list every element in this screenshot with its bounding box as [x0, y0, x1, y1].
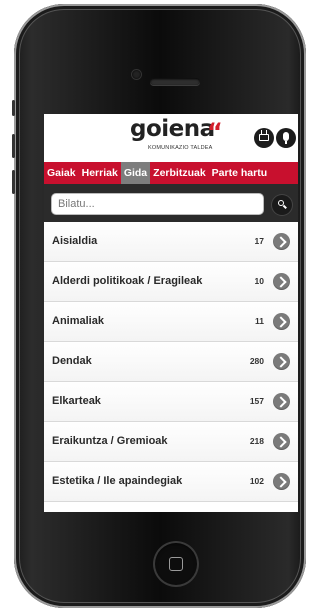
search-bar: Bilatu...	[44, 184, 298, 222]
list-item-count: 157	[249, 396, 264, 406]
silent-switch	[12, 100, 15, 116]
home-square-icon	[169, 557, 183, 571]
list-item-count: 10	[254, 276, 264, 286]
list-item-label: Eraikuntza / Gremioak	[52, 435, 168, 447]
list-item[interactable]: Alderdi politikoak / Eragileak 10	[44, 262, 298, 302]
search-input[interactable]: Bilatu...	[51, 193, 264, 215]
chevron-right-icon[interactable]	[273, 393, 290, 410]
front-camera	[132, 70, 141, 79]
list-item[interactable]: Elkarteak 157	[44, 382, 298, 422]
list-item[interactable]: Aisialdia 17	[44, 222, 298, 262]
chevron-right-icon[interactable]	[273, 313, 290, 330]
brand-quote-mark: “	[207, 118, 223, 146]
nav-item-zerbitzuak[interactable]: Zerbitzuak	[150, 162, 209, 184]
tv-icon[interactable]	[254, 128, 274, 148]
list-item-count: 17	[254, 236, 264, 246]
category-list: Aisialdia 17 Alderdi politikoak / Eragil…	[44, 222, 298, 502]
volume-up-button	[12, 134, 15, 158]
nav-item-gida[interactable]: Gida	[120, 162, 151, 184]
phone-screen: goiena “ KOMUNIKAZIO TALDEA Gaiak Herria…	[44, 114, 298, 512]
list-item[interactable]: Estetika / Ile apaindegiak 102	[44, 462, 298, 502]
list-item-count: 218	[249, 436, 264, 446]
chevron-right-icon[interactable]	[273, 473, 290, 490]
chevron-right-icon[interactable]	[273, 233, 290, 250]
earpiece-speaker	[150, 78, 200, 85]
nav-item-herriak[interactable]: Herriak	[79, 162, 121, 184]
list-item-label: Alderdi politikoak / Eragileak	[52, 275, 203, 287]
list-item-label: Animaliak	[52, 315, 104, 327]
list-item[interactable]: Dendak 280	[44, 342, 298, 382]
chevron-right-icon[interactable]	[273, 273, 290, 290]
list-item[interactable]: Animaliak 11	[44, 302, 298, 342]
app-header: goiena “ KOMUNIKAZIO TALDEA	[44, 114, 298, 158]
nav-item-gaiak[interactable]: Gaiak	[44, 162, 79, 184]
brand-logo[interactable]: goiena	[130, 116, 215, 142]
list-item-count: 280	[249, 356, 264, 366]
list-item-label: Elkarteak	[52, 395, 101, 407]
brand-tagline: KOMUNIKAZIO TALDEA	[148, 145, 213, 151]
list-item-label: Aisialdia	[52, 235, 98, 247]
list-item-label: Estetika / Ile apaindegiak	[52, 475, 183, 487]
nav-item-parte-hartu[interactable]: Parte hartu	[209, 162, 270, 184]
volume-down-button	[12, 170, 15, 194]
list-item-count: 102	[249, 476, 264, 486]
list-item-label: Dendak	[52, 355, 92, 367]
list-item[interactable]: Eraikuntza / Gremioak 218	[44, 422, 298, 462]
chevron-right-icon[interactable]	[273, 353, 290, 370]
chevron-right-icon[interactable]	[273, 433, 290, 450]
search-button[interactable]	[272, 195, 292, 215]
list-item-count: 11	[255, 316, 264, 326]
main-nav: Gaiak Herriak Gida Zerbitzuak Parte hart…	[44, 162, 298, 184]
microphone-icon[interactable]	[276, 128, 296, 148]
